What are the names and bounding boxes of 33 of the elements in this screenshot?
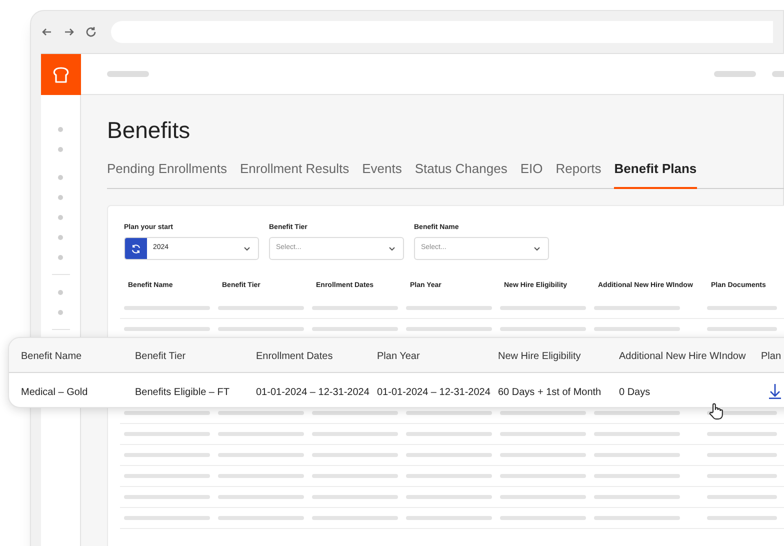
column-header: Plan bbox=[761, 351, 782, 362]
tab[interactable]: Pending Enrollments bbox=[107, 159, 227, 188]
tab[interactable]: Status Changes bbox=[414, 159, 508, 188]
chevron-down-icon bbox=[389, 246, 395, 250]
column-header: Benefit Tier bbox=[135, 351, 186, 362]
app-logo[interactable] bbox=[40, 54, 80, 95]
refresh-icon[interactable] bbox=[131, 244, 141, 254]
tab[interactable]: Reports bbox=[556, 159, 602, 188]
column-header: Enrollment Dates bbox=[256, 351, 333, 362]
chevron-down-icon bbox=[244, 246, 250, 250]
forward-arrow-icon[interactable] bbox=[63, 26, 75, 38]
column-header: Benefit Name bbox=[21, 351, 82, 362]
table-cell: Medical – Gold bbox=[21, 386, 88, 398]
table-cell: 0 Days bbox=[619, 386, 650, 398]
table-cell: 01-01-2024 – 12-31-2024 bbox=[256, 386, 370, 398]
tab[interactable]: EIO bbox=[520, 159, 543, 188]
column-header: New Hire Eligibility bbox=[498, 351, 581, 362]
reload-icon[interactable] bbox=[85, 26, 97, 38]
column-header: Plan Year bbox=[377, 351, 420, 362]
table-cell: 60 Days + 1st of Month bbox=[498, 386, 602, 398]
tab[interactable]: Events bbox=[362, 159, 402, 188]
back-arrow-icon[interactable] bbox=[41, 26, 53, 38]
skeleton-line bbox=[714, 71, 756, 77]
download-icon[interactable] bbox=[769, 382, 781, 398]
page-title: Benefits bbox=[107, 116, 192, 145]
column-header: Additional New Hire WIndow bbox=[619, 351, 746, 362]
table-cell: 01-01-2024 – 12-31-2024 bbox=[377, 386, 490, 398]
chevron-down-icon bbox=[534, 246, 540, 250]
skeleton-line bbox=[107, 71, 149, 77]
tab[interactable]: Benefit Plans bbox=[614, 159, 697, 188]
bread-icon bbox=[52, 66, 70, 82]
tab[interactable]: Enrollment Results bbox=[240, 159, 350, 188]
table-cell: Benefits Eligible – FT bbox=[135, 386, 230, 398]
